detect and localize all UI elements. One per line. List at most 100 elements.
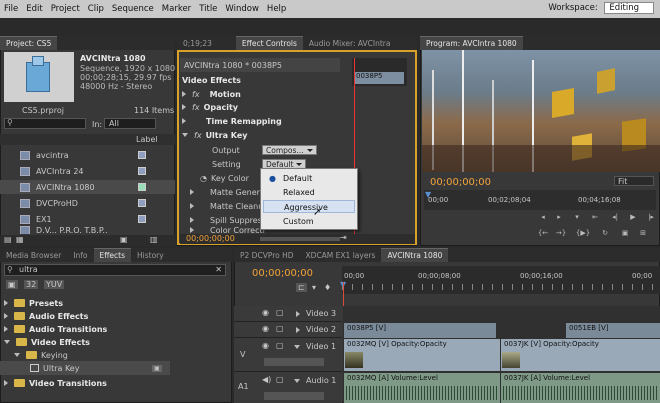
effect-time-remapping[interactable]: Time Remapping bbox=[182, 114, 282, 128]
lock-icon[interactable]: ▢ bbox=[276, 375, 284, 384]
menu-help[interactable]: Help bbox=[263, 4, 290, 14]
tab-audio-mixer[interactable]: Audio Mixer: AVCIntra bbox=[303, 37, 397, 50]
collapse-icon[interactable] bbox=[4, 340, 10, 344]
ec-timecode[interactable]: 00;00;00;00 bbox=[186, 234, 235, 243]
expand-icon[interactable] bbox=[4, 300, 8, 306]
effects-tree-keying[interactable]: Keying bbox=[14, 348, 68, 362]
project-item[interactable]: avcintra bbox=[0, 148, 175, 162]
menu-clip[interactable]: Clip bbox=[84, 4, 108, 14]
tab-project[interactable]: Project: CS5 bbox=[0, 36, 58, 50]
speaker-icon[interactable]: ◀) bbox=[262, 375, 271, 384]
accelerated-effects-icon[interactable]: ▣ bbox=[6, 280, 18, 289]
menu-file[interactable]: File bbox=[0, 4, 22, 14]
color-correction[interactable]: Color Correcti bbox=[190, 226, 265, 234]
tab-p2-dcvpro[interactable]: P2 DCVPro HD bbox=[234, 249, 300, 262]
program-timecode[interactable]: 00;00;00;00 bbox=[430, 177, 491, 188]
workspace-selector[interactable]: Workspace: Editing bbox=[544, 2, 654, 14]
collapse-icon[interactable] bbox=[182, 133, 188, 137]
export-icon[interactable]: ⇥ bbox=[340, 233, 347, 242]
workspace-value[interactable]: Editing bbox=[604, 2, 654, 14]
output-dropdown[interactable]: Compos... bbox=[262, 145, 317, 155]
expand-icon[interactable] bbox=[4, 380, 8, 386]
effects-tree-presets[interactable]: Presets bbox=[4, 296, 63, 310]
menu-sequence[interactable]: Sequence bbox=[108, 4, 158, 14]
fx-badge[interactable]: fx bbox=[194, 131, 202, 140]
expand-icon[interactable] bbox=[190, 227, 194, 233]
menu-edit[interactable]: Edit bbox=[22, 4, 46, 14]
keyframe-nav[interactable] bbox=[264, 358, 324, 366]
matte-generation[interactable]: Matte Generat bbox=[190, 185, 268, 199]
effect-ultra-key[interactable]: fx Ultra Key bbox=[182, 128, 247, 142]
collapse-icon[interactable] bbox=[294, 379, 300, 383]
expand-icon[interactable] bbox=[190, 217, 194, 223]
effects-tree-audio-transitions[interactable]: Audio Transitions bbox=[4, 322, 107, 336]
tab-program[interactable]: Program: AVCIntra 1080 bbox=[420, 36, 523, 50]
lock-icon[interactable]: ▢ bbox=[276, 308, 284, 317]
effect-motion[interactable]: fx Motion bbox=[182, 87, 241, 101]
loop-icon[interactable]: ↻ bbox=[600, 228, 610, 238]
effect-opacity[interactable]: fx Opacity bbox=[182, 100, 238, 114]
keyframe-nav[interactable] bbox=[264, 392, 324, 400]
safe-margins-icon[interactable]: ▣ bbox=[620, 228, 630, 238]
project-item[interactable]: DVCProHD bbox=[0, 196, 175, 210]
tab-effects[interactable]: Effects bbox=[93, 248, 132, 262]
delete-icon[interactable]: ▥ bbox=[150, 235, 158, 244]
stopwatch-icon[interactable]: ◔ bbox=[200, 174, 207, 183]
expand-icon[interactable] bbox=[190, 189, 194, 195]
project-item[interactable]: D.V... P.R.O. T.B.P.. bbox=[0, 226, 175, 234]
snap-icon[interactable]: ⊏ bbox=[296, 283, 307, 292]
marker-add-icon[interactable]: ▾ bbox=[312, 283, 316, 292]
tab-info[interactable]: Info bbox=[67, 249, 93, 262]
step-forward-icon[interactable]: |▸ bbox=[646, 212, 656, 222]
tab-effect-controls[interactable]: Effect Controls bbox=[235, 36, 303, 50]
effects-tree-video-effects[interactable]: Video Effects bbox=[4, 335, 90, 349]
clear-search-icon[interactable]: ✕ bbox=[215, 265, 222, 274]
32bit-effects-icon[interactable]: 32 bbox=[24, 280, 39, 289]
effects-tree-ultra-key[interactable]: Ultra Key ▣ bbox=[0, 361, 170, 375]
expand-icon[interactable] bbox=[182, 104, 186, 110]
spill-suppression[interactable]: Spill Suppress bbox=[190, 213, 266, 227]
menu-project[interactable]: Project bbox=[47, 4, 84, 14]
collapse-icon[interactable] bbox=[294, 345, 300, 349]
tab-source[interactable]: 0;19;23 bbox=[177, 37, 218, 50]
option-custom[interactable]: Custom bbox=[261, 215, 357, 228]
clip-0038p5-v[interactable]: 0038P5 [V] bbox=[344, 323, 496, 338]
marker-icon[interactable]: ▾ bbox=[572, 212, 582, 222]
eye-icon[interactable]: ◉ bbox=[262, 308, 269, 317]
menu-marker[interactable]: Marker bbox=[158, 4, 195, 14]
tab-media-browser[interactable]: Media Browser bbox=[0, 249, 67, 262]
goto-in-icon[interactable]: {← bbox=[538, 228, 548, 238]
lock-icon[interactable]: ▢ bbox=[276, 324, 284, 333]
yuv-effects-icon[interactable]: YUV bbox=[44, 280, 65, 289]
source-track-v[interactable]: V bbox=[240, 350, 245, 359]
effects-tree-audio-effects[interactable]: Audio Effects bbox=[4, 309, 88, 323]
option-relaxed[interactable]: Relaxed bbox=[261, 186, 357, 199]
collapse-icon[interactable] bbox=[14, 353, 20, 357]
label-column-header[interactable]: Label bbox=[136, 135, 158, 144]
tab-xdcam-ex1[interactable]: XDCAM EX1 layers bbox=[300, 249, 382, 262]
playhead-icon[interactable]: ▼ bbox=[425, 190, 431, 199]
source-track-a1[interactable]: A1 bbox=[238, 382, 249, 391]
eye-icon[interactable]: ◉ bbox=[262, 324, 269, 333]
expand-icon[interactable] bbox=[296, 311, 300, 317]
mark-in-icon[interactable]: ◂ bbox=[538, 212, 548, 222]
clip-0037jk-v[interactable]: 0037JK [V] Opacity:Opacity bbox=[501, 339, 660, 371]
in-dropdown[interactable]: All bbox=[104, 118, 156, 129]
expand-icon[interactable] bbox=[182, 91, 186, 97]
menu-title[interactable]: Title bbox=[195, 4, 221, 14]
expand-icon[interactable] bbox=[190, 203, 194, 209]
project-item[interactable]: AVCIntra 24 bbox=[0, 164, 175, 178]
fx-badge[interactable]: fx bbox=[192, 103, 200, 112]
set-marker-icon[interactable]: ♦ bbox=[324, 283, 331, 292]
zoom-slider[interactable] bbox=[260, 237, 340, 241]
effects-tree-video-transitions[interactable]: Video Transitions bbox=[4, 376, 107, 390]
lock-icon[interactable]: ▢ bbox=[276, 341, 284, 350]
icon-view-icon[interactable]: ▦ bbox=[16, 235, 24, 244]
expand-icon[interactable] bbox=[4, 313, 8, 319]
tab-avcintra-1080[interactable]: AVCINtra 1080 bbox=[381, 248, 449, 262]
timeline-timecode[interactable]: 00;00;00;00 bbox=[252, 268, 313, 279]
step-back-frame-icon[interactable]: ◂| bbox=[610, 212, 620, 222]
project-item-selected[interactable]: AVCINtra 1080 bbox=[0, 180, 175, 194]
eye-icon[interactable]: ◉ bbox=[262, 341, 269, 350]
play-icon[interactable]: ▶ bbox=[628, 212, 638, 222]
